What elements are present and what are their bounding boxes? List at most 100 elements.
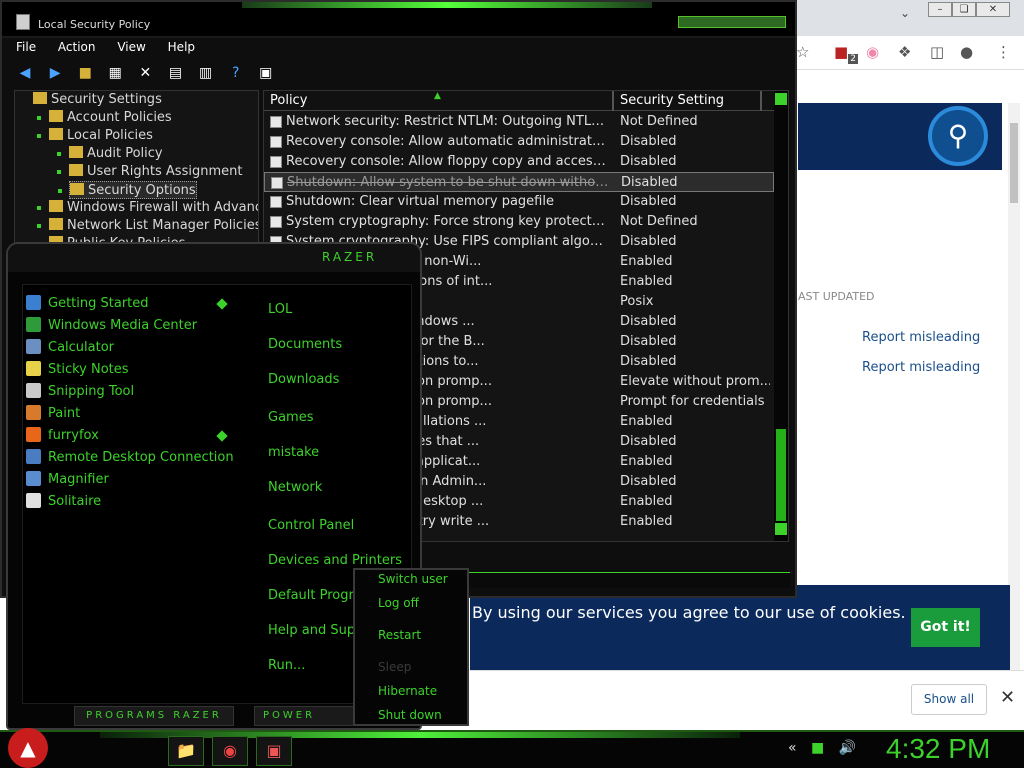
start-place-link[interactable]: Default Progra (268, 588, 362, 603)
tree-expander-icon[interactable] (57, 152, 61, 156)
snipping-tool-icon (26, 383, 41, 398)
clock[interactable]: 4:32 PM (886, 733, 990, 765)
start-place-link[interactable]: Documents (268, 337, 342, 352)
star-icon[interactable]: ☆ (796, 43, 809, 61)
sidepanel-icon[interactable]: ◫ (930, 43, 944, 61)
chrome-icon[interactable]: ◉ (212, 736, 248, 766)
delete-icon[interactable]: ✕ (136, 64, 154, 82)
search-icon[interactable]: ⚲ (928, 106, 988, 166)
puzzle-icon[interactable]: ❖ (898, 43, 911, 61)
power-button[interactable]: POWER (254, 706, 354, 726)
chevron-down-icon[interactable]: ⌄ (900, 6, 910, 20)
start-app-label: Sticky Notes (48, 362, 129, 377)
security-policy-icon[interactable]: ▣ (256, 736, 292, 766)
start-app-item[interactable]: Magnifier (26, 470, 109, 490)
start-place-link[interactable]: Downloads (268, 372, 339, 387)
list-scrollbar[interactable] (774, 91, 788, 541)
tree-item[interactable]: Security Settings (33, 91, 162, 109)
tree-expander-icon[interactable] (58, 189, 62, 193)
show-hidden-icon[interactable]: « (788, 740, 797, 756)
report-misleading-link[interactable]: Report misleading (862, 330, 980, 345)
menu-file[interactable]: File (16, 40, 36, 54)
power-option[interactable]: Restart (378, 628, 421, 642)
restore-button[interactable]: ❏ (952, 2, 976, 17)
window-controls[interactable] (678, 16, 786, 28)
close-button[interactable]: ✕ (976, 2, 1010, 17)
menu-action[interactable]: Action (58, 40, 96, 54)
tree-item[interactable]: Windows Firewall with Advanced S (37, 199, 258, 217)
start-app-item[interactable]: Snipping Tool (26, 382, 134, 402)
explorer-icon[interactable]: 📁 (168, 736, 204, 766)
account-icon[interactable]: ● (960, 43, 973, 61)
start-place-link[interactable]: Games (268, 410, 313, 425)
table-row[interactable]: Shutdown: Allow system to be shut down w… (264, 172, 774, 192)
show-hide-tree-icon[interactable]: ▦ (106, 64, 124, 82)
start-app-item[interactable]: Calculator (26, 338, 114, 358)
extension-badge-icon[interactable]: ■ 2 (834, 43, 858, 68)
power-option[interactable]: Log off (378, 596, 419, 610)
menu-help[interactable]: Help (168, 40, 195, 54)
start-app-item[interactable]: Windows Media Center (26, 316, 197, 336)
start-place-link[interactable]: Network (268, 480, 322, 495)
table-row[interactable]: Recovery console: Allow automatic admini… (264, 132, 774, 152)
start-app-item[interactable]: Sticky Notes (26, 360, 129, 380)
menu-view[interactable]: View (117, 40, 145, 54)
cookie-accept-button[interactable]: Got it! (911, 608, 980, 647)
start-app-item[interactable]: Paint (26, 404, 80, 424)
column-security-setting[interactable]: Security Setting (620, 93, 724, 108)
report-misleading-link[interactable]: Report misleading (862, 360, 980, 375)
tree-expander-icon[interactable] (57, 170, 61, 174)
start-app-item[interactable]: Solitaire (26, 492, 101, 512)
export-list-icon[interactable]: ▥ (197, 64, 215, 82)
angry-bird-start-icon[interactable]: ▲ (8, 728, 48, 768)
tree-expander-icon[interactable] (37, 206, 41, 210)
browser-titlebar: ⌄ – ❏ ✕ (790, 0, 1024, 36)
all-programs-button[interactable]: PROGRAMS RAZER (74, 706, 234, 726)
power-option[interactable]: Switch user (378, 572, 448, 586)
tree-expander-icon[interactable] (37, 224, 41, 228)
back-icon[interactable]: ◀ (16, 64, 34, 82)
show-all-button[interactable]: Show all (911, 684, 987, 715)
tree-item[interactable]: Account Policies (37, 109, 172, 127)
power-menu: Switch user Log off Restart Sleep Hibernate S… (353, 568, 469, 726)
scroll-up-icon[interactable] (775, 93, 787, 105)
scroll-thumb[interactable] (776, 429, 786, 521)
power-option[interactable]: Hibernate (378, 684, 437, 698)
tree-item[interactable]: User Rights Assignment (57, 163, 242, 181)
start-app-item[interactable]: furryfox (26, 426, 99, 446)
tree-expander-icon[interactable] (37, 116, 41, 120)
tree-item[interactable]: Network List Manager Policies (37, 217, 258, 235)
table-row[interactable]: System cryptography: Force strong key pr… (264, 212, 774, 232)
start-place-link[interactable]: Run... (268, 658, 305, 673)
up-folder-icon[interactable]: ■ (76, 64, 94, 82)
console-tree: Security Settings Account Policies Local P… (14, 90, 259, 244)
table-row[interactable]: Shutdown: Clear virtual memory pagefile D… (264, 192, 774, 212)
minimize-button[interactable]: – (928, 2, 952, 17)
start-app-item[interactable]: Getting Started (26, 294, 149, 314)
column-policy[interactable]: Policy (270, 93, 307, 108)
titlebar[interactable]: Local Security Policy (2, 2, 795, 38)
profile-flag-icon[interactable]: ◉ (866, 43, 879, 61)
scroll-down-icon[interactable] (775, 523, 787, 535)
mmc-icon[interactable]: ▣ (257, 64, 275, 82)
power-option[interactable]: Shut down (378, 708, 442, 722)
start-place-link[interactable]: Devices and Printers (268, 553, 402, 568)
tree-item[interactable]: Audit Policy (57, 145, 163, 163)
table-row[interactable]: Network security: Restrict NTLM: Outgoin… (264, 112, 774, 132)
menu-dots-icon[interactable]: ⋮ (996, 43, 1011, 61)
tree-expander-icon[interactable] (37, 134, 41, 138)
start-place-link[interactable]: mistake (268, 445, 319, 460)
close-icon[interactable]: ✕ (1000, 687, 1015, 708)
help-icon[interactable]: ? (227, 64, 245, 82)
start-app-item[interactable]: Remote Desktop Connection (26, 448, 234, 468)
start-place-link[interactable]: Control Panel (268, 518, 354, 533)
start-place-link[interactable]: Help and Supp (268, 623, 363, 638)
volume-icon[interactable]: 🔊 (839, 740, 856, 756)
properties-icon[interactable]: ▤ (166, 64, 184, 82)
table-row[interactable]: Recovery console: Allow floppy copy and … (264, 152, 774, 172)
forward-icon[interactable]: ▶ (46, 64, 64, 82)
start-place-link[interactable]: LOL (268, 302, 292, 317)
tree-item[interactable]: Local Policies (37, 127, 153, 145)
network-icon[interactable]: ■ (811, 740, 824, 756)
tree-item[interactable]: Security Options (58, 181, 197, 199)
